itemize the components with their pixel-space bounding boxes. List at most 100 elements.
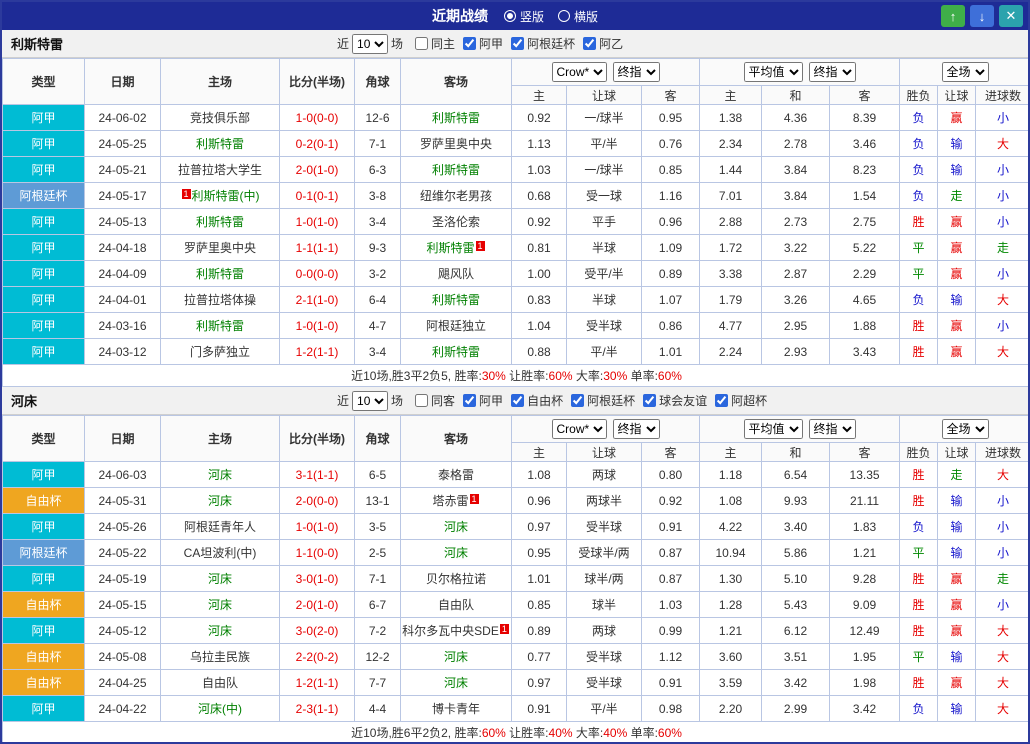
league-checkbox[interactable]	[511, 37, 524, 50]
league-checkbox[interactable]	[643, 394, 656, 407]
home-team-name: 竞技俱乐部	[190, 111, 250, 125]
scroll-up-button[interactable]: ↑	[941, 5, 965, 27]
handicap-result: 输	[938, 131, 976, 157]
league-type-badge: 阿根廷杯	[3, 540, 85, 566]
bookmaker-select[interactable]: Crow*	[552, 62, 607, 82]
radio-label: 横版	[574, 8, 598, 25]
match-row: 阿甲24-06-03河床3-1(1-1)6-5泰格雷1.08两球0.801.18…	[3, 462, 1030, 488]
match-date: 24-05-25	[85, 131, 161, 157]
odds-value: 1.08	[512, 462, 567, 488]
odds-value: 0.95	[512, 540, 567, 566]
home-team-name: 利斯特雷(中)	[192, 189, 260, 203]
summary-value: 40%	[603, 726, 627, 740]
odds-value: 0.86	[642, 313, 700, 339]
home-team-cell: 利斯特雷	[161, 261, 280, 287]
odds-group-header: 平均值终指	[700, 416, 900, 443]
radio-icon[interactable]	[558, 10, 570, 22]
home-team-cell: 河床(中)	[161, 696, 280, 722]
recent-count-select[interactable]: 10	[352, 34, 388, 54]
odds-value: 9.09	[830, 592, 900, 618]
handicap-line: 球半/两	[567, 566, 642, 592]
league-filter-4[interactable]: 阿超杯	[715, 392, 767, 409]
odds-value: 3.51	[762, 644, 830, 670]
handicap-line: 两球半	[567, 488, 642, 514]
fulltime-scope-select[interactable]: 全场	[942, 62, 989, 82]
odds-value: 0.76	[642, 131, 700, 157]
same-venue-filter[interactable]: 同主	[415, 35, 455, 52]
handicap-line: 平手	[567, 209, 642, 235]
league-filter-1[interactable]: 自由杯	[511, 392, 563, 409]
home-team-cell: 阿根廷青年人	[161, 514, 280, 540]
final-index-select[interactable]: 终指	[613, 419, 660, 439]
league-checkbox[interactable]	[583, 37, 596, 50]
corner-count: 4-4	[355, 696, 401, 722]
league-filter-2[interactable]: 阿根廷杯	[571, 392, 635, 409]
league-checkbox[interactable]	[511, 394, 524, 407]
radio-icon[interactable]	[504, 10, 516, 22]
recent-count-select[interactable]: 10	[352, 391, 388, 411]
handicap-result: 赢	[938, 592, 976, 618]
league-checkbox[interactable]	[571, 394, 584, 407]
odds-value: 3.22	[762, 235, 830, 261]
orientation-radio-horizontal[interactable]: 横版	[558, 8, 598, 25]
red-number-badge: 1	[500, 624, 509, 634]
odds-value: 2.93	[762, 339, 830, 365]
final-index-select[interactable]: 终指	[613, 62, 660, 82]
sub-header-win-loss: 胜负	[900, 86, 938, 105]
final-index-select[interactable]: 终指	[809, 62, 856, 82]
column-header-halftime-score: 比分(半场)	[280, 416, 355, 462]
handicap-line: 受球半/两	[567, 540, 642, 566]
column-header-type: 类型	[3, 59, 85, 105]
fulltime-scope-select[interactable]: 全场	[942, 419, 989, 439]
odds-value: 3.46	[830, 131, 900, 157]
same-venue-checkbox[interactable]	[415, 394, 428, 407]
close-button[interactable]: ✕	[999, 5, 1023, 27]
same-venue-filter[interactable]: 同客	[415, 392, 455, 409]
league-checkbox[interactable]	[715, 394, 728, 407]
league-filter-2[interactable]: 阿乙	[583, 35, 623, 52]
odds-group-header: 平均值终指	[700, 59, 900, 86]
match-date: 24-03-16	[85, 313, 161, 339]
matches-table: 类型日期主场比分(半场)角球客场Crow*终指平均值终指全场 主让球客主和客胜负…	[2, 58, 1030, 387]
odds-value: 1.98	[830, 670, 900, 696]
odds-value: 1.21	[700, 618, 762, 644]
home-team-cell: 河床	[161, 488, 280, 514]
score: 2-3(1-1)	[280, 696, 355, 722]
summary-label: 单率:	[627, 369, 658, 383]
home-team-name: 拉普拉塔体操	[184, 293, 256, 307]
home-team-cell: 利斯特雷	[161, 313, 280, 339]
league-filter-0[interactable]: 阿甲	[463, 392, 503, 409]
handicap-line: 一/球半	[567, 157, 642, 183]
average-odds-select[interactable]: 平均值	[744, 62, 803, 82]
score: 2-0(0-0)	[280, 488, 355, 514]
scroll-down-button[interactable]: ↓	[970, 5, 994, 27]
league-filter-1[interactable]: 阿根廷杯	[511, 35, 575, 52]
same-venue-checkbox[interactable]	[415, 37, 428, 50]
filter-bar: 近 10 场 同客 阿甲自由杯阿根廷杯球会友谊阿超杯	[337, 391, 767, 411]
league-filter-0[interactable]: 阿甲	[463, 35, 503, 52]
bookmaker-select[interactable]: Crow*	[552, 419, 607, 439]
league-filter-3[interactable]: 球会友谊	[643, 392, 707, 409]
away-team-name: 飓风队	[438, 267, 474, 281]
odds-value: 4.65	[830, 287, 900, 313]
odds-value: 2.78	[762, 131, 830, 157]
summary-label: 单率:	[627, 726, 658, 740]
matches-body: 阿甲24-06-02竞技俱乐部1-0(0-0)12-6利斯特雷0.92一/球半0…	[3, 105, 1030, 365]
league-checkbox[interactable]	[463, 37, 476, 50]
league-checkbox[interactable]	[463, 394, 476, 407]
same-venue-label: 同客	[431, 392, 455, 409]
league-label: 阿甲	[479, 392, 503, 409]
home-team-name: 乌拉圭民族	[190, 650, 250, 664]
handicap-result: 输	[938, 696, 976, 722]
match-date: 24-04-22	[85, 696, 161, 722]
league-type-badge: 阿甲	[3, 131, 85, 157]
odds-value: 0.96	[642, 209, 700, 235]
final-index-select[interactable]: 终指	[809, 419, 856, 439]
average-odds-select[interactable]: 平均值	[744, 419, 803, 439]
league-filters: 阿甲阿根廷杯阿乙	[455, 35, 623, 53]
odds-value: 2.95	[762, 313, 830, 339]
odds-group-header: Crow* 终指	[512, 59, 700, 86]
away-team-cell: 利斯特雷1	[401, 235, 512, 261]
orientation-radio-vertical[interactable]: 竖版	[504, 8, 544, 25]
handicap-result: 赢	[938, 339, 976, 365]
